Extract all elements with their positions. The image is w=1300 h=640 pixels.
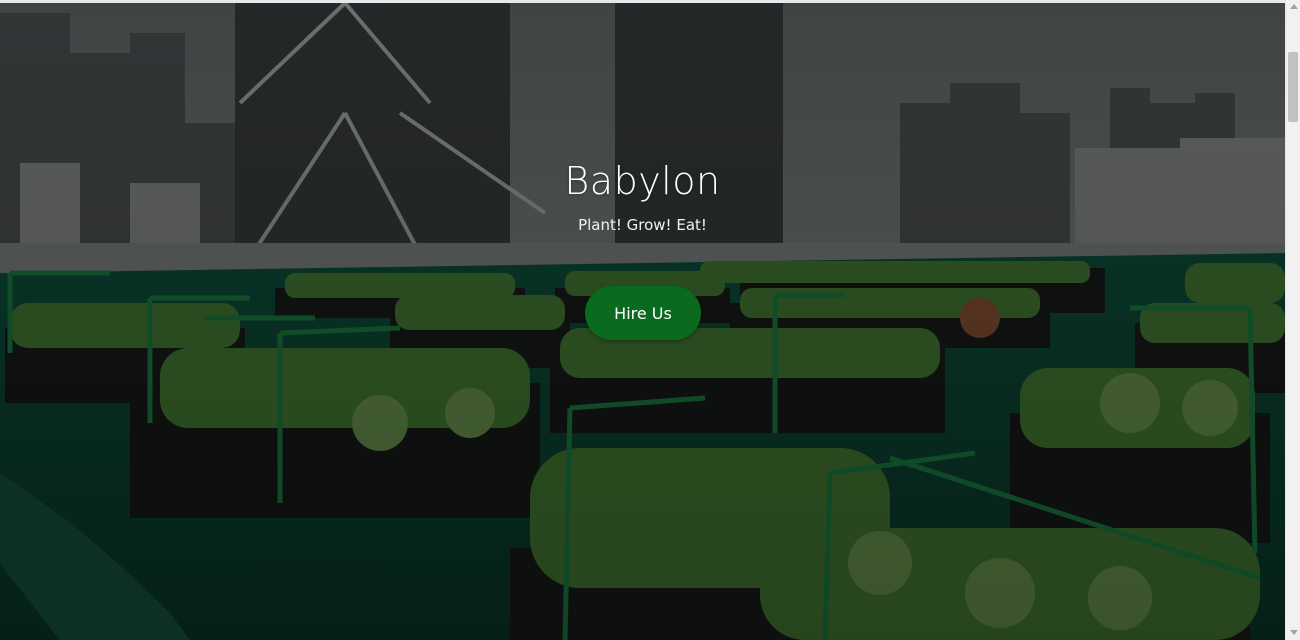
hire-us-button[interactable]: Hire Us	[585, 286, 701, 340]
vertical-scrollbar[interactable]	[1285, 0, 1300, 640]
page-viewport: Babylon Plant! Grow! Eat! Hire Us	[0, 0, 1300, 640]
hero-section: Babylon Plant! Grow! Eat! Hire Us	[0, 3, 1285, 640]
hero-content: Babylon Plant! Grow! Eat! Hire Us	[0, 3, 1285, 640]
scroll-down-arrow-icon[interactable]	[1290, 630, 1298, 635]
site-title: Babylon	[564, 159, 721, 203]
site-tagline: Plant! Grow! Eat!	[578, 216, 707, 234]
scroll-up-arrow-icon[interactable]	[1290, 4, 1298, 9]
scrollbar-thumb[interactable]	[1288, 52, 1298, 122]
